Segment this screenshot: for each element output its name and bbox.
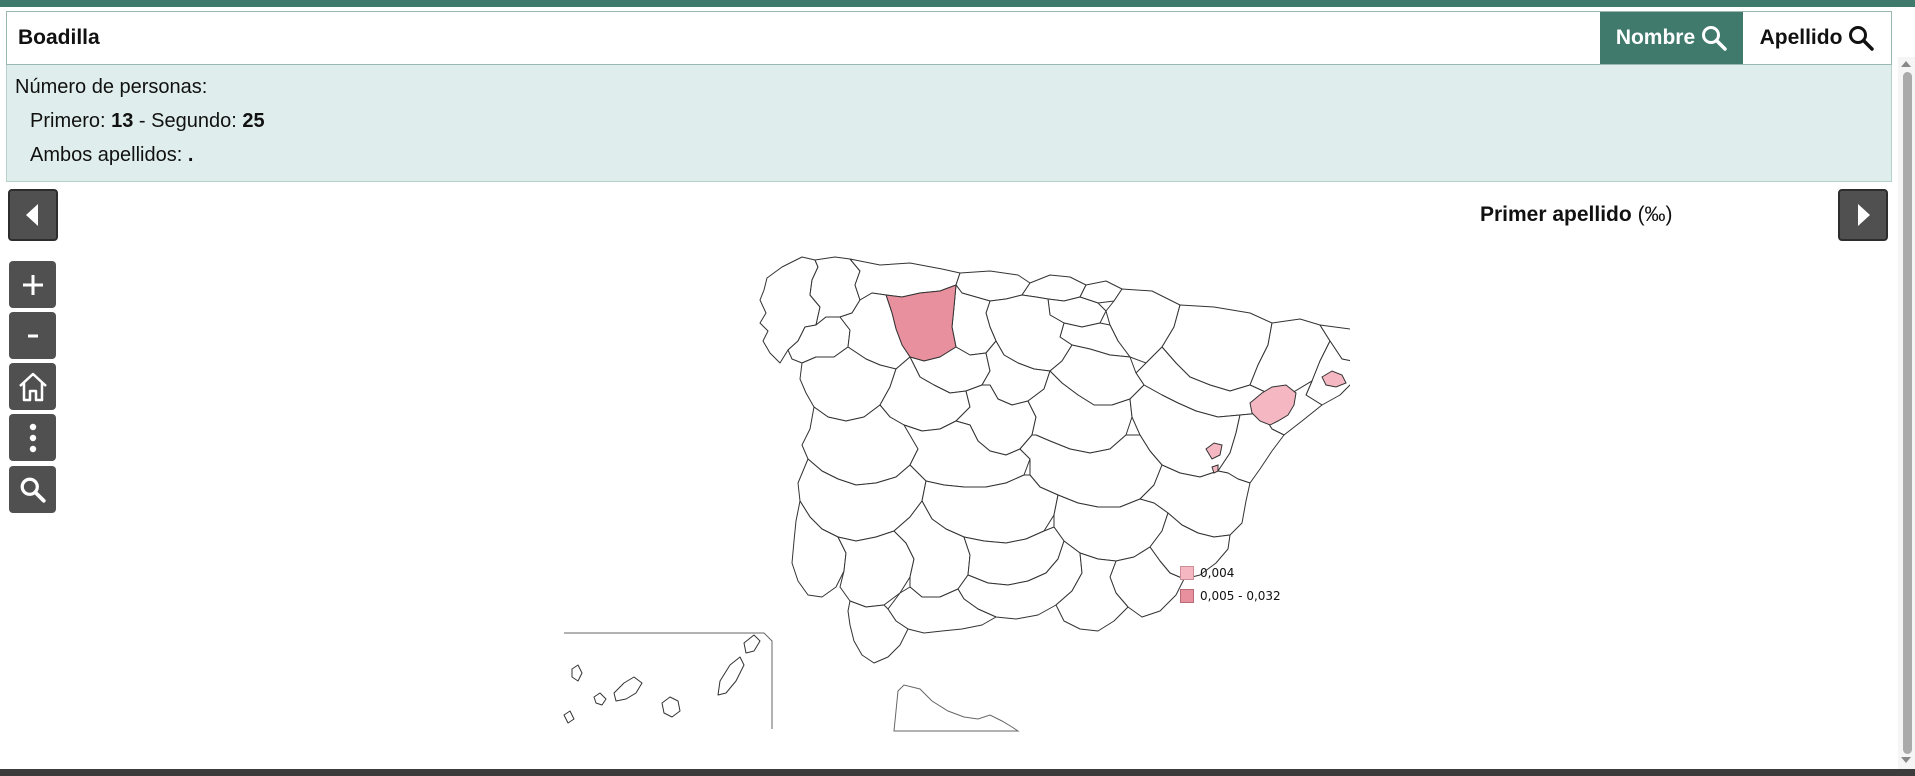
count-info-panel: Número de personas: Primero: 13 - Segund…: [6, 65, 1892, 182]
province-tenerife[interactable]: [613, 676, 643, 702]
search-icon: [1702, 26, 1727, 51]
home-icon: [18, 372, 47, 401]
legend-label: 0,005 - 0,032: [1200, 588, 1281, 603]
segundo-label: - Segundo:: [133, 110, 243, 132]
map-title-text: Primer apellido: [1480, 203, 1632, 226]
previous-map-button[interactable]: [8, 189, 58, 241]
more-vertical-icon: [29, 423, 36, 452]
map-search-button[interactable]: [9, 466, 56, 513]
province-lanzarote[interactable]: [743, 634, 761, 654]
spain-province-map[interactable]: [550, 245, 1350, 735]
legend-swatch: [1180, 565, 1194, 580]
scroll-down-arrow[interactable]: [1901, 757, 1911, 763]
province-gran-canaria[interactable]: [661, 696, 681, 718]
legend-swatch: [1180, 588, 1194, 603]
map-legend: 0,004 0,005 - 0,032: [1180, 561, 1281, 607]
apellido-label: Apellido: [1759, 26, 1843, 49]
scroll-thumb[interactable]: [1903, 72, 1912, 754]
bottom-bar: [0, 769, 1915, 776]
triangle-right-icon: [1858, 204, 1870, 226]
province-canarias-west3[interactable]: [593, 692, 607, 706]
page-scrollbar[interactable]: [1898, 57, 1915, 769]
count-heading: Número de personas:: [15, 76, 208, 98]
segundo-value: 25: [242, 110, 265, 132]
primero-label: Primero:: [30, 110, 112, 132]
search-input[interactable]: [7, 12, 1600, 64]
map-title-unit: (‰): [1637, 203, 1673, 226]
province-canarias-west2[interactable]: [563, 710, 575, 724]
zoom-out-button[interactable]: [9, 312, 56, 359]
search-icon: [20, 477, 46, 503]
map-title: Primer apellido (‰): [1480, 203, 1673, 227]
more-options-button[interactable]: [9, 414, 56, 461]
ambos-value: .: [187, 144, 194, 166]
legend-item: 0,004: [1180, 561, 1281, 584]
next-map-button[interactable]: [1838, 189, 1888, 241]
province-fuerteventura[interactable]: [717, 656, 745, 696]
top-accent-bar: [0, 0, 1915, 7]
primero-value: 13: [111, 110, 134, 132]
count-both: Ambos apellidos: .: [15, 138, 1891, 172]
north-africa-coast: [893, 684, 1020, 732]
legend-label: 0,004: [1200, 565, 1235, 580]
count-first-second: Primero: 13 - Segundo: 25: [15, 104, 1891, 138]
legend-item: 0,005 - 0,032: [1180, 584, 1281, 607]
plus-icon: [22, 274, 43, 295]
ambos-label: Ambos apellidos:: [30, 144, 188, 166]
surname-search-bar: Nombre Apellido: [6, 11, 1892, 65]
search-icon: [1849, 26, 1875, 51]
nombre-label: Nombre: [1615, 26, 1696, 49]
scroll-up-arrow[interactable]: [1901, 61, 1911, 67]
minus-icon: [27, 334, 38, 337]
triangle-left-icon: [26, 204, 38, 226]
home-button[interactable]: [9, 363, 56, 410]
search-nombre-button[interactable]: Nombre: [1600, 12, 1743, 64]
zoom-in-button[interactable]: [9, 261, 56, 308]
search-apellido-button[interactable]: Apellido: [1743, 12, 1891, 64]
province-canarias-west1[interactable]: [571, 664, 583, 682]
